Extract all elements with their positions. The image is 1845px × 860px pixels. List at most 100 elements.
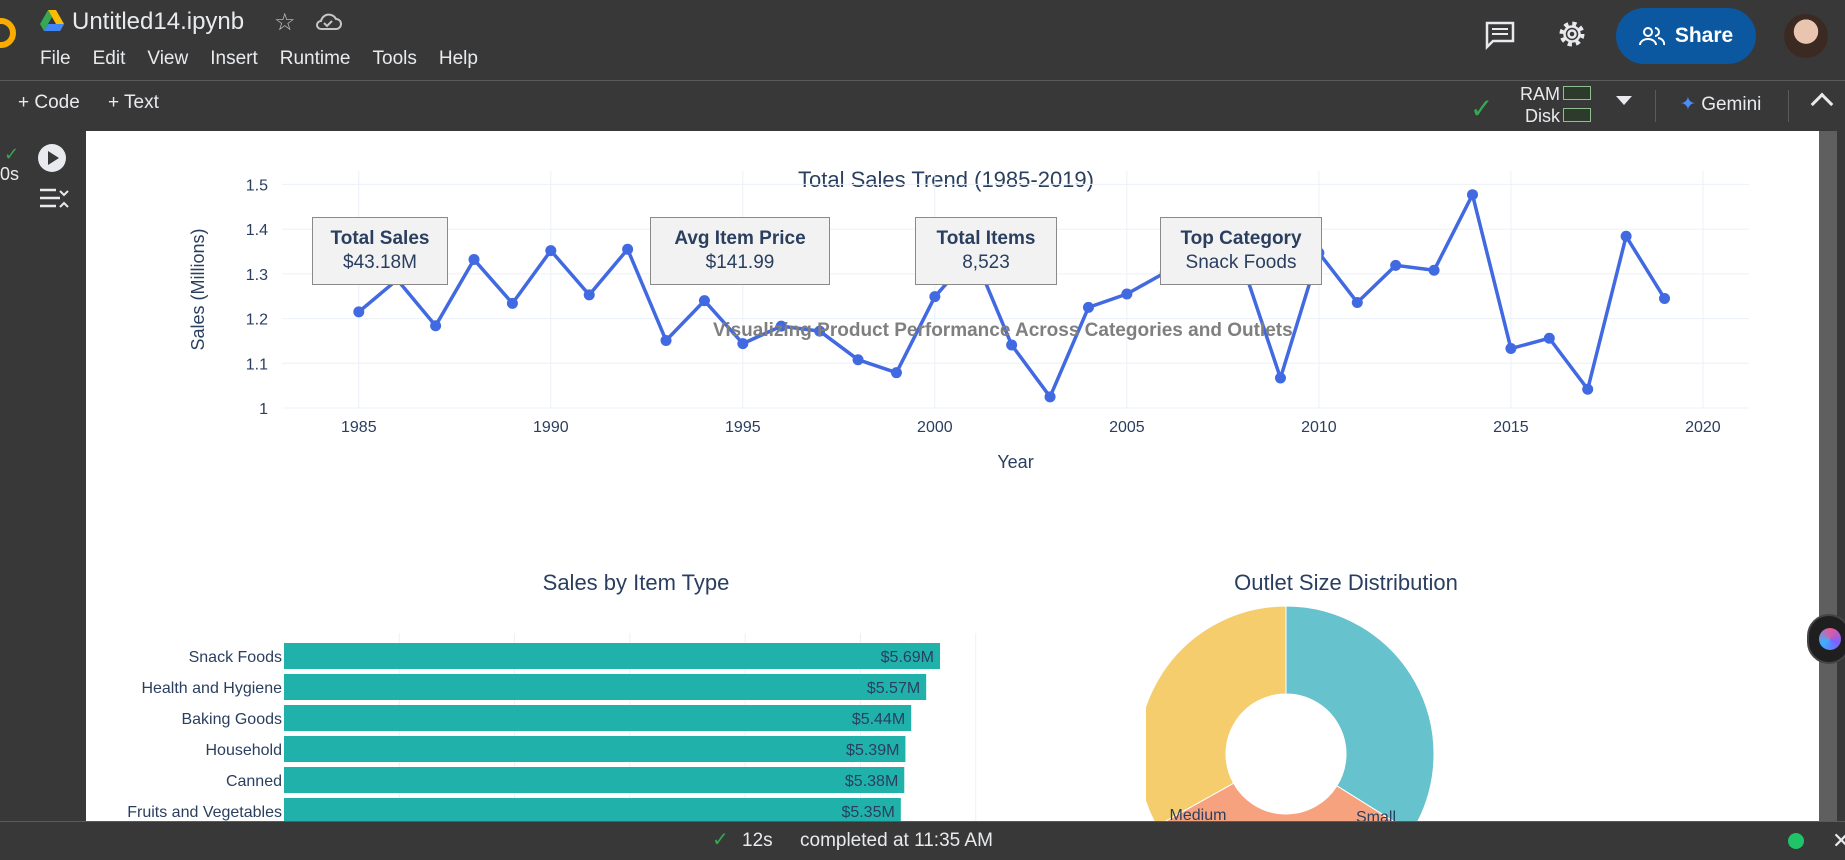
disk-meter[interactable] bbox=[1563, 108, 1591, 122]
status-duration: 12s bbox=[742, 830, 773, 851]
menu-runtime[interactable]: Runtime bbox=[280, 48, 351, 70]
kpi-label: Avg Item Price bbox=[674, 228, 806, 249]
sales-trend-line-chart: 1 1.1 1.2 1.3 1.4 1.5 1985 1990 1995 2000 2005 2010… bbox=[188, 171, 1749, 472]
bar-5 bbox=[284, 798, 901, 821]
sales-data-point bbox=[1121, 288, 1133, 300]
output-scrollbar[interactable] bbox=[1819, 131, 1837, 821]
toolbar-divider bbox=[1655, 90, 1656, 122]
kpi-avg-item-price: Avg Item Price $141.99 bbox=[650, 217, 830, 285]
gemini-side-button[interactable] bbox=[1807, 614, 1845, 664]
sales-data-point bbox=[852, 354, 864, 366]
sales-data-point bbox=[353, 306, 365, 318]
cell-gutter bbox=[0, 131, 86, 821]
sales-data-point bbox=[506, 297, 518, 309]
y-tick-label: 1.3 bbox=[246, 267, 268, 284]
menu-file[interactable]: File bbox=[40, 48, 71, 70]
add-code-label: Code bbox=[34, 92, 80, 113]
connection-status-dot bbox=[1788, 833, 1804, 849]
sales-data-point bbox=[468, 254, 480, 266]
menu-edit[interactable]: Edit bbox=[93, 48, 126, 70]
status-check-icon: ✓ bbox=[712, 829, 729, 851]
people-icon bbox=[1638, 27, 1665, 46]
kpi-value: $43.18M bbox=[343, 252, 417, 273]
sparkle-icon: ✦ bbox=[1680, 94, 1696, 115]
resource-labels[interactable]: RAM Disk bbox=[1516, 83, 1560, 127]
cloud-save-icon[interactable] bbox=[314, 10, 342, 32]
avatar[interactable] bbox=[1784, 14, 1828, 58]
output-actions-icon[interactable] bbox=[38, 186, 70, 212]
sales-data-point bbox=[583, 289, 595, 301]
bar-category-label: Fruits and Vegetables bbox=[127, 804, 282, 821]
cell-output: Total Sales Trend (1985-2019) 1 1.1 1.2 1.3… bbox=[86, 131, 1819, 821]
bar-value-label: $5.35M bbox=[841, 804, 894, 821]
star-icon[interactable]: ☆ bbox=[274, 8, 296, 37]
kpi-label: Top Category bbox=[1180, 228, 1302, 249]
bar-1 bbox=[284, 674, 927, 700]
bar-2 bbox=[284, 705, 912, 731]
y-tick-label: 1.5 bbox=[246, 177, 268, 194]
bar-value-label: $5.69M bbox=[881, 649, 934, 666]
sales-data-point bbox=[1466, 189, 1478, 201]
donut-slice-2 bbox=[1146, 605, 1287, 821]
bar-category-label: Canned bbox=[226, 773, 282, 790]
bar-3 bbox=[284, 736, 906, 762]
bar-category-label: Household bbox=[206, 742, 283, 759]
sales-data-point bbox=[1351, 296, 1363, 308]
share-button[interactable]: Share bbox=[1616, 8, 1756, 64]
x-tick-label: 2015 bbox=[1493, 419, 1529, 436]
bar-value-label: $5.57M bbox=[867, 680, 920, 697]
sales-data-point bbox=[1044, 391, 1056, 403]
slice-label: Medium bbox=[1170, 807, 1227, 821]
sales-data-point bbox=[1390, 259, 1402, 271]
ram-meter[interactable] bbox=[1563, 86, 1591, 100]
bar-category-label: Health and Hygiene bbox=[141, 680, 282, 697]
run-cell-button[interactable] bbox=[38, 144, 66, 172]
notebook-title[interactable]: Untitled14.ipynb bbox=[72, 8, 244, 36]
sales-data-point bbox=[622, 243, 634, 255]
menu-tools[interactable]: Tools bbox=[373, 48, 417, 70]
donut-chart-title: Outlet Size Distribution bbox=[1234, 570, 1458, 595]
bar-4 bbox=[284, 767, 905, 793]
x-tick-label: 1995 bbox=[725, 419, 761, 436]
kpi-value: 8,523 bbox=[962, 252, 1010, 273]
outlet-size-donut-chart: Small33.9%Medium33.1% bbox=[1146, 605, 1435, 821]
kpi-label: Total Items bbox=[936, 228, 1036, 249]
close-icon[interactable]: ✕ bbox=[1832, 828, 1845, 854]
sales-data-point bbox=[1505, 343, 1517, 355]
bar-value-label: $5.44M bbox=[852, 711, 905, 728]
exec-time: 0s bbox=[0, 164, 20, 184]
add-text-button[interactable]: + Text bbox=[108, 92, 159, 114]
gemini-button[interactable]: ✦ Gemini bbox=[1680, 93, 1761, 116]
sales-data-point bbox=[890, 367, 902, 379]
kpi-top-category: Top Category Snack Foods bbox=[1160, 217, 1322, 285]
kpi-label: Total Sales bbox=[330, 228, 430, 249]
run-success-check-icon: ✓ bbox=[4, 144, 20, 164]
toolbar-divider-2 bbox=[1788, 90, 1789, 122]
item-type-bar-chart: Snack Foods $5.69M Health and Hygiene $5.57… bbox=[127, 633, 977, 821]
menu-insert[interactable]: Insert bbox=[210, 48, 258, 70]
y-axis-label: Sales (Millions) bbox=[188, 228, 208, 350]
sales-data-point bbox=[929, 291, 941, 303]
kpi-value: Snack Foods bbox=[1185, 252, 1297, 273]
google-drive-icon bbox=[40, 10, 64, 31]
menu-view[interactable]: View bbox=[147, 48, 188, 70]
menu-bar: File Edit View Insert Runtime Tools Help bbox=[40, 48, 500, 70]
status-text: completed at 11:35 AM bbox=[800, 830, 993, 851]
sales-data-point bbox=[430, 320, 442, 332]
brain-icon bbox=[1819, 628, 1841, 650]
donut-slice-0 bbox=[1285, 605, 1435, 821]
y-tick-label: 1 bbox=[259, 401, 268, 418]
y-tick-label: 1.1 bbox=[246, 356, 268, 373]
kpi-value: $141.99 bbox=[705, 252, 775, 273]
add-code-button[interactable]: + Code bbox=[18, 92, 80, 114]
menu-help[interactable]: Help bbox=[439, 48, 478, 70]
x-tick-label: 1985 bbox=[341, 419, 377, 436]
gemini-label: Gemini bbox=[1701, 94, 1762, 115]
gear-icon[interactable] bbox=[1556, 18, 1588, 50]
ram-label: RAM bbox=[1520, 84, 1560, 104]
bar-0 bbox=[284, 643, 941, 669]
comment-icon[interactable] bbox=[1484, 20, 1516, 50]
share-label: Share bbox=[1674, 24, 1734, 47]
dashboard-subtitle: Visualizing Product Performance Across C… bbox=[713, 320, 1293, 341]
chevron-down-icon[interactable] bbox=[1616, 96, 1632, 105]
